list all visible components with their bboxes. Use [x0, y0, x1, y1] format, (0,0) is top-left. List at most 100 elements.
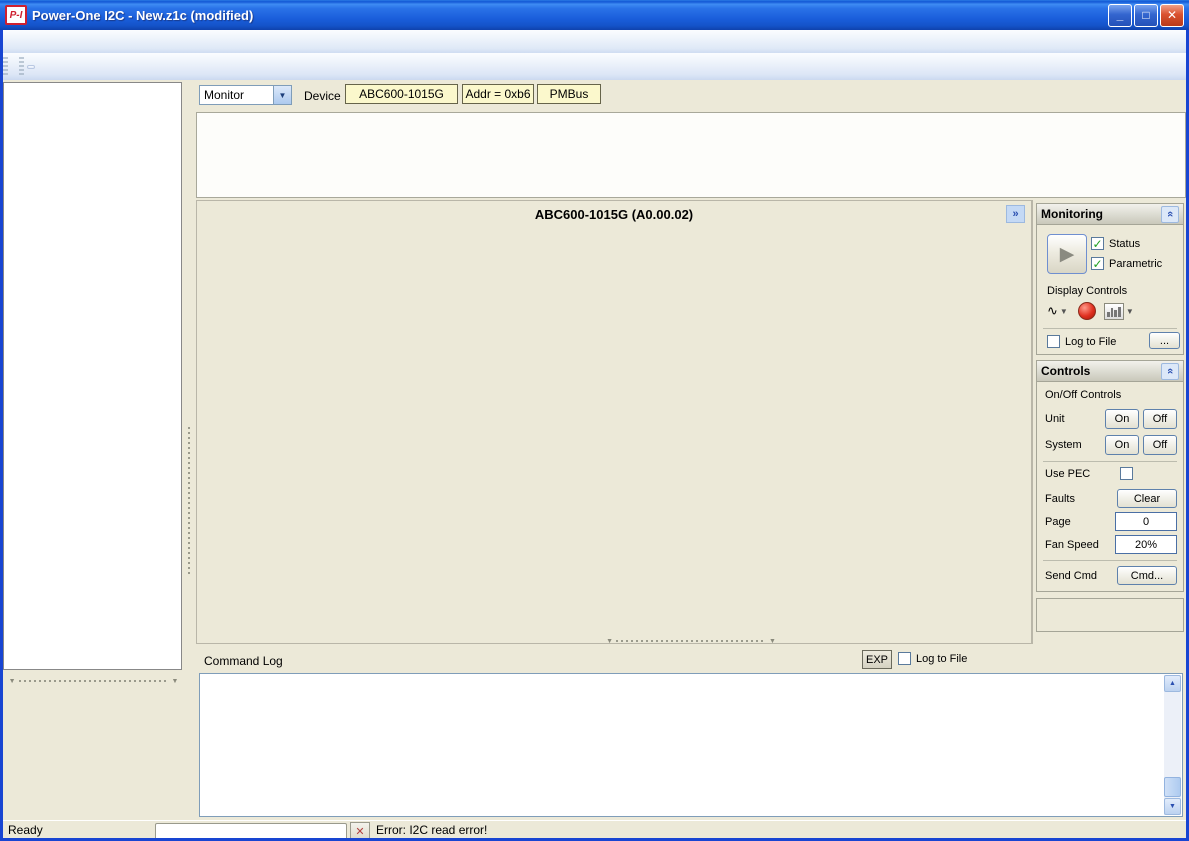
- histogram-mode-icon[interactable]: [1104, 303, 1124, 320]
- app-logo-icon: P-I: [5, 5, 27, 25]
- toolbar-grip[interactable]: [3, 57, 8, 77]
- display-controls-label: Display Controls: [1047, 285, 1127, 297]
- parametric-checkbox-label: Parametric: [1109, 258, 1162, 270]
- play-icon: ▶: [1060, 243, 1075, 266]
- use-pec-checkbox[interactable]: [1120, 467, 1133, 480]
- maximize-button[interactable]: □: [1134, 4, 1158, 27]
- mode-select-value: Monitor: [200, 88, 273, 102]
- log-to-file-checkbox[interactable]: [1047, 335, 1060, 348]
- onoff-controls-label: On/Off Controls: [1045, 389, 1177, 401]
- scroll-down-icon[interactable]: ▼: [1164, 798, 1181, 815]
- controls-panel: Controls « On/Off Controls Unit On Off S…: [1036, 360, 1184, 592]
- app-window: P-I Power-One I2C - New.z1c (modified) _…: [0, 0, 1189, 841]
- use-pec-label: Use PEC: [1045, 468, 1090, 480]
- close-button[interactable]: ✕: [1160, 4, 1184, 27]
- scroll-thumb[interactable]: [1164, 777, 1181, 797]
- toolbar-grip[interactable]: [19, 57, 24, 77]
- display-controls-row: ∿▼ ▼: [1047, 302, 1136, 320]
- nav-button-panel: ▼▼: [3, 678, 184, 684]
- page-row: Page 0: [1045, 512, 1177, 531]
- scroll-up-icon[interactable]: ▲: [1164, 675, 1181, 692]
- system-off-button[interactable]: Off: [1143, 435, 1177, 455]
- command-log-title: Command Log: [204, 654, 283, 668]
- controls-panel-title: Controls: [1041, 364, 1090, 378]
- export-button[interactable]: EXP: [862, 650, 892, 669]
- chevron-down-icon[interactable]: ▼: [1060, 307, 1068, 316]
- command-log: Command Log EXP Log to File ▲ ▼: [196, 648, 1186, 818]
- device-label: Device: [304, 89, 341, 103]
- fan-speed-row: Fan Speed 20%: [1045, 535, 1177, 554]
- monitoring-panel-header: Monitoring «: [1037, 204, 1183, 225]
- log-to-file-label: Log to File: [916, 653, 967, 665]
- device-address-field: Addr = 0xb6: [462, 84, 534, 104]
- fan-speed-field[interactable]: 20%: [1115, 535, 1177, 554]
- device-name-field: ABC600-1015G: [345, 84, 458, 104]
- faults-row: Faults Clear: [1045, 489, 1177, 508]
- parametric-checkbox[interactable]: ✓: [1091, 257, 1104, 270]
- monitoring-panel-title: Monitoring: [1041, 207, 1103, 221]
- chevron-down-icon[interactable]: ▼: [1126, 307, 1134, 316]
- log-to-file-row: Log to File: [898, 652, 967, 665]
- monitoring-panel: Monitoring « ▶ ✓ Status ✓ Parametric Dis…: [1036, 203, 1184, 355]
- device-protocol-field: PMBus: [537, 84, 601, 104]
- divider: [1043, 461, 1177, 462]
- waveform-mode-icon[interactable]: ∿: [1047, 303, 1058, 319]
- use-pec-row: Use PEC: [1045, 467, 1177, 480]
- page-field[interactable]: 0: [1115, 512, 1177, 531]
- log-splitter-handle[interactable]: ▼▼: [196, 638, 1186, 644]
- system-on-button[interactable]: On: [1105, 435, 1139, 455]
- unit-off-button[interactable]: Off: [1143, 409, 1177, 429]
- status-strip: [196, 112, 1186, 198]
- parametric-checkbox-row: ✓ Parametric: [1091, 257, 1162, 270]
- right-panel: Monitoring « ▶ ✓ Status ✓ Parametric Dis…: [1032, 200, 1186, 644]
- log-output[interactable]: ▲ ▼: [199, 673, 1183, 817]
- log-to-file-checkbox[interactable]: [898, 652, 911, 665]
- expand-panel-button[interactable]: »: [1006, 205, 1025, 223]
- record-icon[interactable]: [1078, 302, 1096, 320]
- device-tree: [3, 82, 182, 670]
- faults-label: Faults: [1045, 493, 1075, 505]
- log-to-file-row: Log to File: [1047, 335, 1116, 348]
- status-checkbox-label: Status: [1109, 238, 1140, 250]
- status-error-text: Error: I2C read error!: [376, 823, 487, 837]
- page-label: Page: [1045, 516, 1071, 528]
- menu-bar: [0, 30, 1189, 54]
- unit-control-row: Unit On Off: [1045, 409, 1177, 429]
- status-checkbox-row: ✓ Status: [1091, 237, 1140, 250]
- send-cmd-label: Send Cmd: [1045, 570, 1097, 582]
- minimize-button[interactable]: _: [1108, 4, 1132, 27]
- log-to-file-label: Log to File: [1065, 336, 1116, 348]
- mode-select[interactable]: Monitor ▼: [199, 85, 292, 105]
- title-bar: P-I Power-One I2C - New.z1c (modified) _…: [0, 0, 1189, 30]
- send-cmd-button[interactable]: Cmd...: [1117, 566, 1177, 585]
- chart-area: ABC600-1015G (A0.00.02) »: [196, 200, 1032, 644]
- collapse-chevron-icon[interactable]: «: [1161, 206, 1179, 223]
- unit-on-button[interactable]: On: [1105, 409, 1139, 429]
- divider: [1043, 560, 1177, 561]
- command-log-header: Command Log EXP Log to File: [196, 648, 1186, 673]
- fan-speed-label: Fan Speed: [1045, 539, 1099, 551]
- browse-button[interactable]: ...: [1149, 332, 1180, 349]
- start-monitoring-button[interactable]: ▶: [1047, 234, 1087, 274]
- temperature-chart: [197, 484, 1033, 636]
- status-ready-text: Ready: [0, 823, 43, 837]
- vertical-splitter[interactable]: [183, 82, 196, 818]
- status-bar: Ready ✕ Error: I2C read error!: [0, 820, 1189, 839]
- unit-label: Unit: [1045, 413, 1065, 425]
- empty-panel: [1036, 598, 1184, 632]
- window-border-left: [0, 30, 3, 841]
- window-title: Power-One I2C - New.z1c (modified): [32, 8, 1106, 23]
- clear-faults-button[interactable]: Clear: [1117, 489, 1177, 508]
- log-scrollbar[interactable]: ▲ ▼: [1164, 675, 1181, 815]
- divider: [1043, 328, 1177, 329]
- nav-splitter-handle[interactable]: ▼▼: [3, 678, 184, 684]
- send-cmd-row: Send Cmd Cmd...: [1045, 566, 1177, 585]
- chevron-down-icon[interactable]: ▼: [273, 86, 291, 104]
- system-control-row: System On Off: [1045, 435, 1177, 455]
- collapse-chevron-icon[interactable]: «: [1161, 363, 1179, 380]
- controls-panel-header: Controls «: [1037, 361, 1183, 382]
- status-checkbox[interactable]: ✓: [1091, 237, 1104, 250]
- voltage-chart: [197, 227, 1033, 355]
- chart-toolbar: [27, 65, 35, 69]
- toolbar: [0, 53, 1189, 80]
